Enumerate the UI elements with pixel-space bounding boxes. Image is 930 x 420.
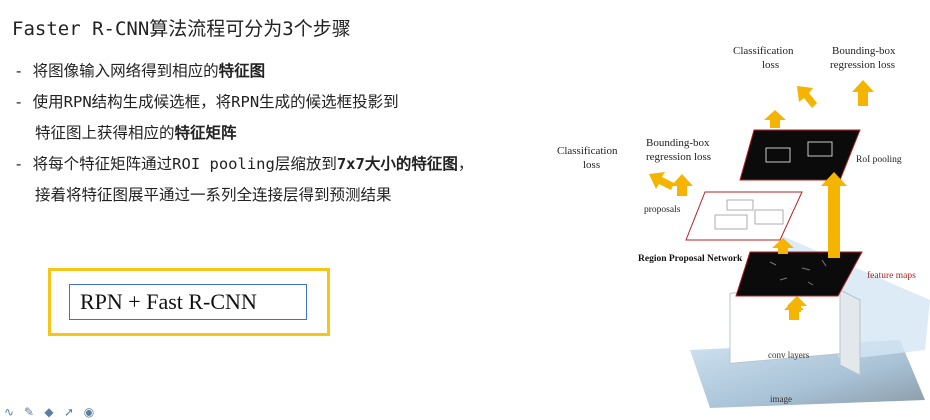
bullet-bold-text: 特征矩阵	[174, 124, 237, 142]
bullet-item: - 将每个特征矩阵通过ROI pooling层缩放到7x7大小的特征图， 接着将…	[14, 149, 544, 211]
target-icon[interactable]: ◉	[82, 405, 96, 419]
cls-left-label-line1: Classification	[557, 145, 618, 157]
bullet-bold-text: 特征图	[218, 62, 266, 80]
bullet-item: - 使用RPN结构生成候选框，将RPN生成的候选框投影到 特征图上获得相应的特征…	[14, 87, 544, 149]
roi-pooling-label: RoI pooling	[856, 155, 902, 165]
bullet-line: - 使用RPN结构生成候选框，将RPN生成的候选框投影到	[14, 87, 544, 118]
summary-box: RPN + Fast R-CNN	[69, 284, 307, 320]
arrow-up-left-icon	[649, 172, 674, 190]
conv-layers-label: conv layers	[768, 350, 810, 360]
pen-icon[interactable]: ✎	[22, 405, 36, 419]
bullet-bold-text: 7x7大小的特征图	[336, 155, 458, 173]
eraser-icon[interactable]: ◆	[42, 405, 56, 419]
bullet-line: 接着将特征图展平通过一系列全连接层得到预测结果	[14, 180, 544, 211]
bullet-text: 特征图上获得相应的	[35, 124, 175, 142]
bullet-text: - 将每个特征矩阵通过ROI pooling层缩放到	[14, 155, 337, 173]
bullet-text: ，	[457, 155, 474, 173]
bullet-list: - 将图像输入网络得到相应的特征图 - 使用RPN结构生成候选框，将RPN生成的…	[14, 56, 544, 211]
roi-pooling-plane	[739, 129, 861, 181]
bullet-text: - 使用RPN结构生成候选框，将RPN生成的候选框投影到	[14, 93, 399, 111]
bbox-top-label-line1: Bounding-box	[832, 45, 896, 57]
cls-top-label-line1: Classification	[733, 45, 794, 57]
bbox-top-label-line2: regression loss	[830, 59, 895, 71]
bullet-line: - 将图像输入网络得到相应的特征图	[14, 56, 544, 87]
proposals-plane	[685, 191, 803, 241]
pointer-icon[interactable]: ➚	[62, 405, 76, 419]
image-label: image	[770, 394, 792, 404]
bullet-text: 接着将特征图展平通过一系列全连接层得到预测结果	[35, 186, 392, 204]
annotation-toolbar: ∿ ✎ ◆ ➚ ◉	[2, 404, 96, 420]
arrow-up-icon	[764, 110, 786, 128]
arrow-up-icon	[852, 80, 874, 106]
bbox-left-label-line2: regression loss	[646, 151, 711, 163]
arrow-up-icon	[821, 172, 847, 258]
slide: Faster R-CNN算法流程可分为3个步骤 - 将图像输入网络得到相应的特征…	[0, 0, 930, 420]
rpn-label: Region Proposal Network	[638, 254, 743, 264]
proposals-label: proposals	[644, 205, 681, 215]
summary-box-frame: RPN + Fast R-CNN	[48, 268, 330, 336]
cls-top-label-line2: loss	[762, 59, 779, 71]
slide-title: Faster R-CNN算法流程可分为3个步骤	[12, 18, 351, 40]
bullet-line: - 将每个特征矩阵通过ROI pooling层缩放到7x7大小的特征图，	[14, 149, 544, 180]
faster-rcnn-diagram: conv layers image feature maps Region Pr…	[557, 45, 930, 408]
cls-left-label-line2: loss	[583, 159, 600, 171]
feature-maps-label: feature maps	[867, 270, 916, 281]
bullet-text: - 将图像输入网络得到相应的	[14, 62, 219, 80]
wave-icon[interactable]: ∿	[2, 405, 16, 419]
bbox-left-label-line1: Bounding-box	[646, 137, 710, 149]
arrow-up-left-icon	[797, 86, 817, 108]
bullet-item: - 将图像输入网络得到相应的特征图	[14, 56, 544, 87]
bullet-line: 特征图上获得相应的特征矩阵	[14, 118, 544, 149]
arrow-up-icon	[671, 174, 693, 196]
conv-cube-side	[839, 289, 861, 376]
